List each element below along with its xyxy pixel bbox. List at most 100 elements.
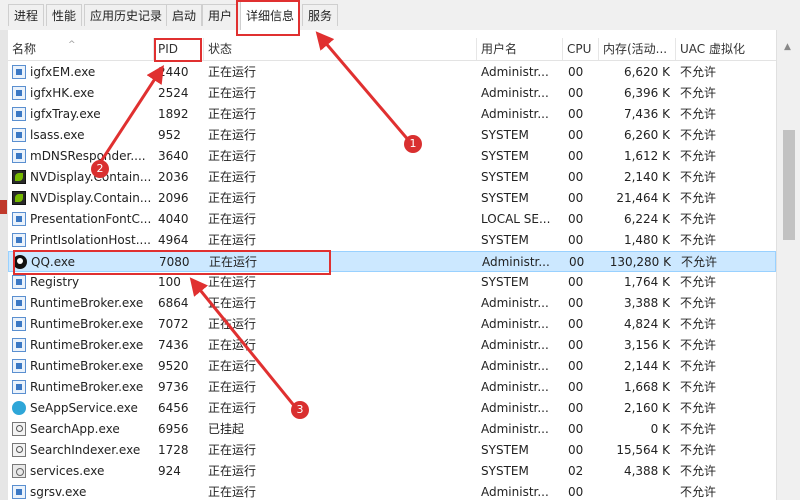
table-row[interactable]: igfxEM.exe 2440 正在运行 Administr... 00 6,620 K 不… (8, 62, 776, 83)
tab-performance[interactable]: 性能 (46, 4, 83, 26)
process-user: Administr... (481, 359, 549, 373)
table-row[interactable]: RuntimeBroker.exe 9520 正在运行 Administr... 00 2… (8, 356, 776, 377)
annotation-box-pid (154, 38, 202, 62)
process-cpu: 00 (568, 275, 584, 289)
process-uac: 不允许 (680, 86, 717, 100)
process-memory: 2,160 K (623, 401, 670, 415)
process-pid: 3640 (158, 149, 189, 163)
process-uac: 不允许 (680, 191, 717, 205)
tab-processes[interactable]: 进程 (8, 4, 45, 26)
table-row[interactable]: SeAppService.exe 6456 正在运行 Administr... 00 2,… (8, 398, 776, 419)
process-name: PrintIsolationHost.... (30, 233, 151, 247)
table-row[interactable]: NVDisplay.Contain... 2096 正在运行 SYSTEM 00 21,4… (8, 188, 776, 209)
column-cpu-header[interactable]: CPU (563, 38, 599, 60)
table-row[interactable]: lsass.exe 952 正在运行 SYSTEM 00 6,260 K 不允许 (8, 125, 776, 146)
table-header: 名称 ^ PID 状态 用户名 CPU 内存(活动... UAC 虚拟化 (8, 38, 776, 61)
app-service-icon (12, 401, 26, 415)
application-icon (12, 296, 26, 310)
process-uac: 不允许 (680, 212, 717, 226)
nvidia-icon (12, 191, 26, 205)
process-user: Administr... (481, 317, 549, 331)
application-icon (12, 212, 26, 226)
table-row[interactable]: mDNSResponder.... 3640 正在运行 SYSTEM 00 1,612 K… (8, 146, 776, 167)
scroll-up-icon[interactable]: ▲ (784, 42, 791, 52)
process-status: 正在运行 (208, 170, 257, 184)
process-user: Administr... (481, 65, 549, 79)
table-row[interactable]: Registry 100 正在运行 SYSTEM 00 1,764 K 不允许 (8, 272, 776, 293)
process-uac: 不允许 (680, 443, 717, 457)
column-user-header[interactable]: 用户名 (477, 38, 563, 60)
process-pid: 2524 (158, 86, 189, 100)
search-icon (12, 443, 26, 457)
table-row[interactable]: PrintIsolationHost.... 4964 正在运行 SYSTEM 00 1,… (8, 230, 776, 251)
process-cpu: 00 (568, 65, 584, 79)
process-uac: 不允许 (680, 401, 717, 415)
table-row[interactable]: NVDisplay.Contain... 2036 正在运行 SYSTEM 00 2,14… (8, 167, 776, 188)
process-status: 正在运行 (208, 191, 257, 205)
process-pid: 2440 (158, 65, 189, 79)
process-name: RuntimeBroker.exe (30, 359, 144, 373)
process-status: 正在运行 (208, 443, 257, 457)
search-icon (12, 422, 26, 436)
column-uac-header[interactable]: UAC 虚拟化 (676, 38, 776, 60)
process-name: SearchApp.exe (30, 422, 120, 436)
process-pid: 100 (158, 275, 181, 289)
process-memory: 2,144 K (623, 359, 670, 373)
edge-marker (0, 200, 7, 214)
application-icon (12, 359, 26, 373)
process-pid: 2096 (158, 191, 189, 205)
process-memory: 3,388 K (623, 296, 670, 310)
table-row[interactable]: RuntimeBroker.exe 6864 正在运行 Administr... 00 3… (8, 293, 776, 314)
process-pid: 7072 (158, 317, 189, 331)
tab-startup[interactable]: 启动 (166, 4, 203, 26)
table-row[interactable]: services.exe 924 正在运行 SYSTEM 02 4,388 K 不允许 (8, 461, 776, 482)
application-icon (12, 107, 26, 121)
table-row[interactable]: SearchApp.exe 6956 已挂起 Administr... 00 0 K 不允许 (8, 419, 776, 440)
process-memory: 6,396 K (623, 86, 670, 100)
column-memory-header[interactable]: 内存(活动... (599, 38, 676, 60)
process-user: SYSTEM (481, 149, 529, 163)
process-pid: 6456 (158, 401, 189, 415)
process-cpu: 00 (568, 359, 584, 373)
table-row[interactable]: RuntimeBroker.exe 7436 正在运行 Administr... 00 3… (8, 335, 776, 356)
process-cpu: 00 (568, 422, 584, 436)
nvidia-icon (12, 170, 26, 184)
process-name: RuntimeBroker.exe (30, 317, 144, 331)
process-memory: 6,224 K (623, 212, 670, 226)
process-memory: 6,620 K (623, 65, 670, 79)
process-user: SYSTEM (481, 275, 529, 289)
table-row[interactable]: igfxHK.exe 2524 正在运行 Administr... 00 6,396 K 不… (8, 83, 776, 104)
tab-users[interactable]: 用户 (202, 4, 239, 26)
application-icon (12, 338, 26, 352)
process-pid: 6956 (158, 422, 189, 436)
process-name: igfxEM.exe (30, 65, 96, 79)
process-uac: 不允许 (680, 422, 717, 436)
vertical-scrollbar[interactable]: ▲ (776, 30, 800, 500)
process-cpu: 00 (568, 191, 584, 205)
column-name-header[interactable]: 名称 ^ (8, 38, 154, 60)
table-row[interactable]: RuntimeBroker.exe 7072 正在运行 Administr... 00 4… (8, 314, 776, 335)
table-row[interactable]: PresentationFontC... 4040 正在运行 LOCAL SE... 0… (8, 209, 776, 230)
scrollbar-thumb[interactable] (783, 130, 795, 240)
table-row[interactable]: igfxTray.exe 1892 正在运行 Administr... 00 7,436 … (8, 104, 776, 125)
process-memory: 1,612 K (623, 149, 670, 163)
process-pid: 6864 (158, 296, 189, 310)
process-user: SYSTEM (481, 233, 529, 247)
tab-app-history[interactable]: 应用历史记录 (84, 4, 169, 26)
process-status: 正在运行 (208, 464, 257, 478)
process-pid: 4964 (158, 233, 189, 247)
process-status: 正在运行 (208, 317, 257, 331)
process-memory: 7,436 K (623, 107, 670, 121)
process-cpu: 00 (569, 255, 585, 269)
table-row[interactable]: RuntimeBroker.exe 9736 正在运行 Administr... 00 1… (8, 377, 776, 398)
process-status: 正在运行 (208, 149, 257, 163)
process-status: 正在运行 (208, 359, 257, 373)
column-status-header[interactable]: 状态 (204, 38, 477, 60)
annotation-number-3: 3 (291, 401, 309, 419)
process-memory: 130,280 K (609, 255, 671, 269)
tab-services[interactable]: 服务 (302, 4, 339, 26)
process-status: 已挂起 (208, 422, 245, 436)
table-row[interactable]: SearchIndexer.exe 1728 正在运行 SYSTEM 00 15,564 … (8, 440, 776, 461)
application-icon (12, 149, 26, 163)
process-pid: 7436 (158, 338, 189, 352)
